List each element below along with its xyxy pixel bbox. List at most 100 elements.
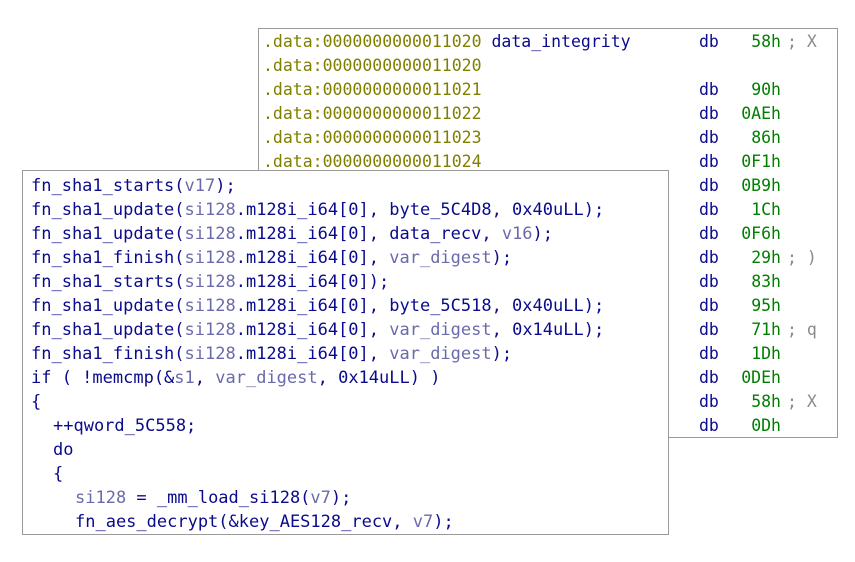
data-directive: db bbox=[699, 80, 719, 99]
code-line[interactable]: { bbox=[53, 462, 63, 486]
variable-token: var_digest bbox=[215, 368, 318, 388]
data-comment: ; q bbox=[787, 320, 817, 339]
data-byte-value: 0F1h bbox=[741, 152, 781, 171]
variable-token: var_digest bbox=[389, 344, 492, 364]
code-line[interactable]: fn_sha1_update(si128.m128i_i64[0], var_d… bbox=[31, 318, 604, 342]
data-label: data_integrity bbox=[491, 32, 631, 51]
data-byte-value: 86h bbox=[751, 128, 781, 147]
pseudocode-view[interactable]: fn_sha1_starts(v17); fn_sha1_update(si128… bbox=[22, 170, 669, 535]
variable-token: var_digest bbox=[389, 320, 492, 340]
code-line[interactable]: fn_aes_decrypt(&key_AES128_recv, v7); bbox=[75, 510, 454, 534]
variable-token: s1 bbox=[174, 368, 195, 388]
data-directive: db bbox=[699, 392, 719, 411]
data-byte-value: 95h bbox=[751, 296, 781, 315]
data-directive: db bbox=[699, 128, 719, 147]
data-address: .data:0000000000011020 bbox=[263, 56, 482, 75]
data-directive: db bbox=[699, 344, 719, 363]
code-line[interactable]: fn_sha1_starts(si128.m128i_i64[0]); bbox=[31, 270, 389, 294]
code-token: .m128i_i64[0], bbox=[235, 344, 390, 364]
data-comment: ; X bbox=[787, 32, 817, 51]
variable-token: si128 bbox=[75, 488, 127, 508]
data-byte-value: 0DEh bbox=[741, 368, 781, 387]
code-token: &key_AES128_recv, bbox=[228, 512, 413, 532]
data-directive: db bbox=[699, 176, 719, 195]
code-line[interactable]: fn_sha1_finish(si128.m128i_i64[0], var_d… bbox=[31, 342, 512, 366]
variable-token: si128 bbox=[184, 296, 236, 316]
variable-token: si128 bbox=[184, 200, 236, 220]
data-row[interactable]: .data:0000000000011020 data_integrity db 5… bbox=[263, 30, 817, 54]
code-token: ); bbox=[491, 248, 513, 268]
code-token: , 0x14uLL); bbox=[491, 320, 605, 340]
variable-token: si128 bbox=[184, 224, 236, 244]
function-call: fn_sha1_update( bbox=[31, 200, 185, 220]
code-line[interactable]: { bbox=[31, 390, 41, 414]
variable-token: si128 bbox=[184, 344, 236, 364]
data-byte-value: 58h bbox=[751, 392, 781, 411]
data-byte-value: 90h bbox=[751, 80, 781, 99]
data-address: .data:0000000000011024 bbox=[263, 152, 482, 171]
data-directive: db bbox=[699, 200, 719, 219]
code-token: = _mm_load_si128( bbox=[126, 488, 311, 508]
function-call: fn_sha1_finish( bbox=[31, 344, 185, 364]
function-call: fn_sha1_update( bbox=[31, 296, 185, 316]
data-byte-value: 58h bbox=[751, 32, 781, 51]
data-row[interactable]: .data:0000000000011022 db 0AEh bbox=[263, 102, 781, 126]
function-call: fn_sha1_starts( bbox=[31, 176, 185, 196]
variable-token: si128 bbox=[184, 320, 236, 340]
data-byte-value: 0Dh bbox=[751, 416, 781, 435]
data-byte-value: 1Ch bbox=[751, 200, 781, 219]
code-line[interactable]: fn_sha1_update(si128.m128i_i64[0], byte_… bbox=[31, 198, 604, 222]
data-directive: db bbox=[699, 104, 719, 123]
data-row[interactable]: .data:0000000000011021 db 90h bbox=[263, 78, 781, 102]
data-address: .data:0000000000011023 bbox=[263, 128, 482, 147]
data-directive: db bbox=[699, 416, 719, 435]
data-byte-value: 1Dh bbox=[751, 344, 781, 363]
data-directive: db bbox=[699, 32, 719, 51]
code-token: ); bbox=[215, 176, 236, 196]
data-byte-value: 29h bbox=[751, 248, 781, 267]
code-token: .m128i_i64[0]); bbox=[235, 272, 390, 292]
data-address: .data:0000000000011021 bbox=[263, 80, 482, 99]
code-token: if ( !memcmp(& bbox=[31, 368, 175, 388]
code-token: .m128i_i64[0], byte_5C518, 0x40uLL); bbox=[235, 296, 605, 316]
function-call: fn_sha1_update( bbox=[31, 320, 185, 340]
data-address: .data:0000000000011022 bbox=[263, 104, 482, 123]
data-directive: db bbox=[699, 368, 719, 387]
variable-token: v16 bbox=[501, 224, 533, 244]
code-line[interactable]: fn_sha1_update(si128.m128i_i64[0], data_… bbox=[31, 222, 553, 246]
data-directive: db bbox=[699, 296, 719, 315]
code-token: ); bbox=[491, 344, 513, 364]
data-byte-value: 0AEh bbox=[741, 104, 781, 123]
code-token: { bbox=[53, 464, 64, 484]
variable-token: v17 bbox=[184, 176, 216, 196]
data-directive: db bbox=[699, 224, 719, 243]
function-call: fn_aes_decrypt( bbox=[75, 512, 229, 532]
code-token: ++qword_5C558; bbox=[53, 416, 197, 436]
code-token: , 0x14uLL) ) bbox=[317, 368, 441, 388]
code-line[interactable]: si128 = _mm_load_si128(v7); bbox=[75, 486, 351, 510]
code-token: .m128i_i64[0], bbox=[235, 248, 390, 268]
code-line[interactable]: fn_sha1_update(si128.m128i_i64[0], byte_… bbox=[31, 294, 604, 318]
code-line[interactable]: fn_sha1_finish(si128.m128i_i64[0], var_d… bbox=[31, 246, 512, 270]
data-row[interactable]: .data:0000000000011023 db 86h bbox=[263, 126, 781, 150]
code-token: ); bbox=[330, 488, 352, 508]
code-token: .m128i_i64[0], bbox=[235, 320, 390, 340]
data-directive: db bbox=[699, 272, 719, 291]
code-token: .m128i_i64[0], data_recv, bbox=[235, 224, 502, 244]
code-token: { bbox=[31, 392, 42, 412]
function-call: fn_sha1_finish( bbox=[31, 248, 185, 268]
code-line[interactable]: ++qword_5C558; bbox=[53, 414, 196, 438]
code-line[interactable]: do bbox=[53, 438, 73, 462]
code-token: do bbox=[53, 440, 74, 460]
data-byte-value: 0B9h bbox=[741, 176, 781, 195]
variable-token: si128 bbox=[184, 272, 236, 292]
data-row[interactable]: .data:0000000000011020 bbox=[263, 54, 482, 78]
code-token: .m128i_i64[0], byte_5C4D8, 0x40uLL); bbox=[235, 200, 605, 220]
variable-token: si128 bbox=[184, 248, 236, 268]
variable-token: v7 bbox=[412, 512, 434, 532]
data-byte-value: 0F6h bbox=[741, 224, 781, 243]
data-directive: db bbox=[699, 320, 719, 339]
code-line[interactable]: if ( !memcmp(&s1, var_digest, 0x14uLL) ) bbox=[31, 366, 440, 390]
function-call: fn_sha1_starts( bbox=[31, 272, 185, 292]
code-line[interactable]: fn_sha1_starts(v17); bbox=[31, 174, 236, 198]
